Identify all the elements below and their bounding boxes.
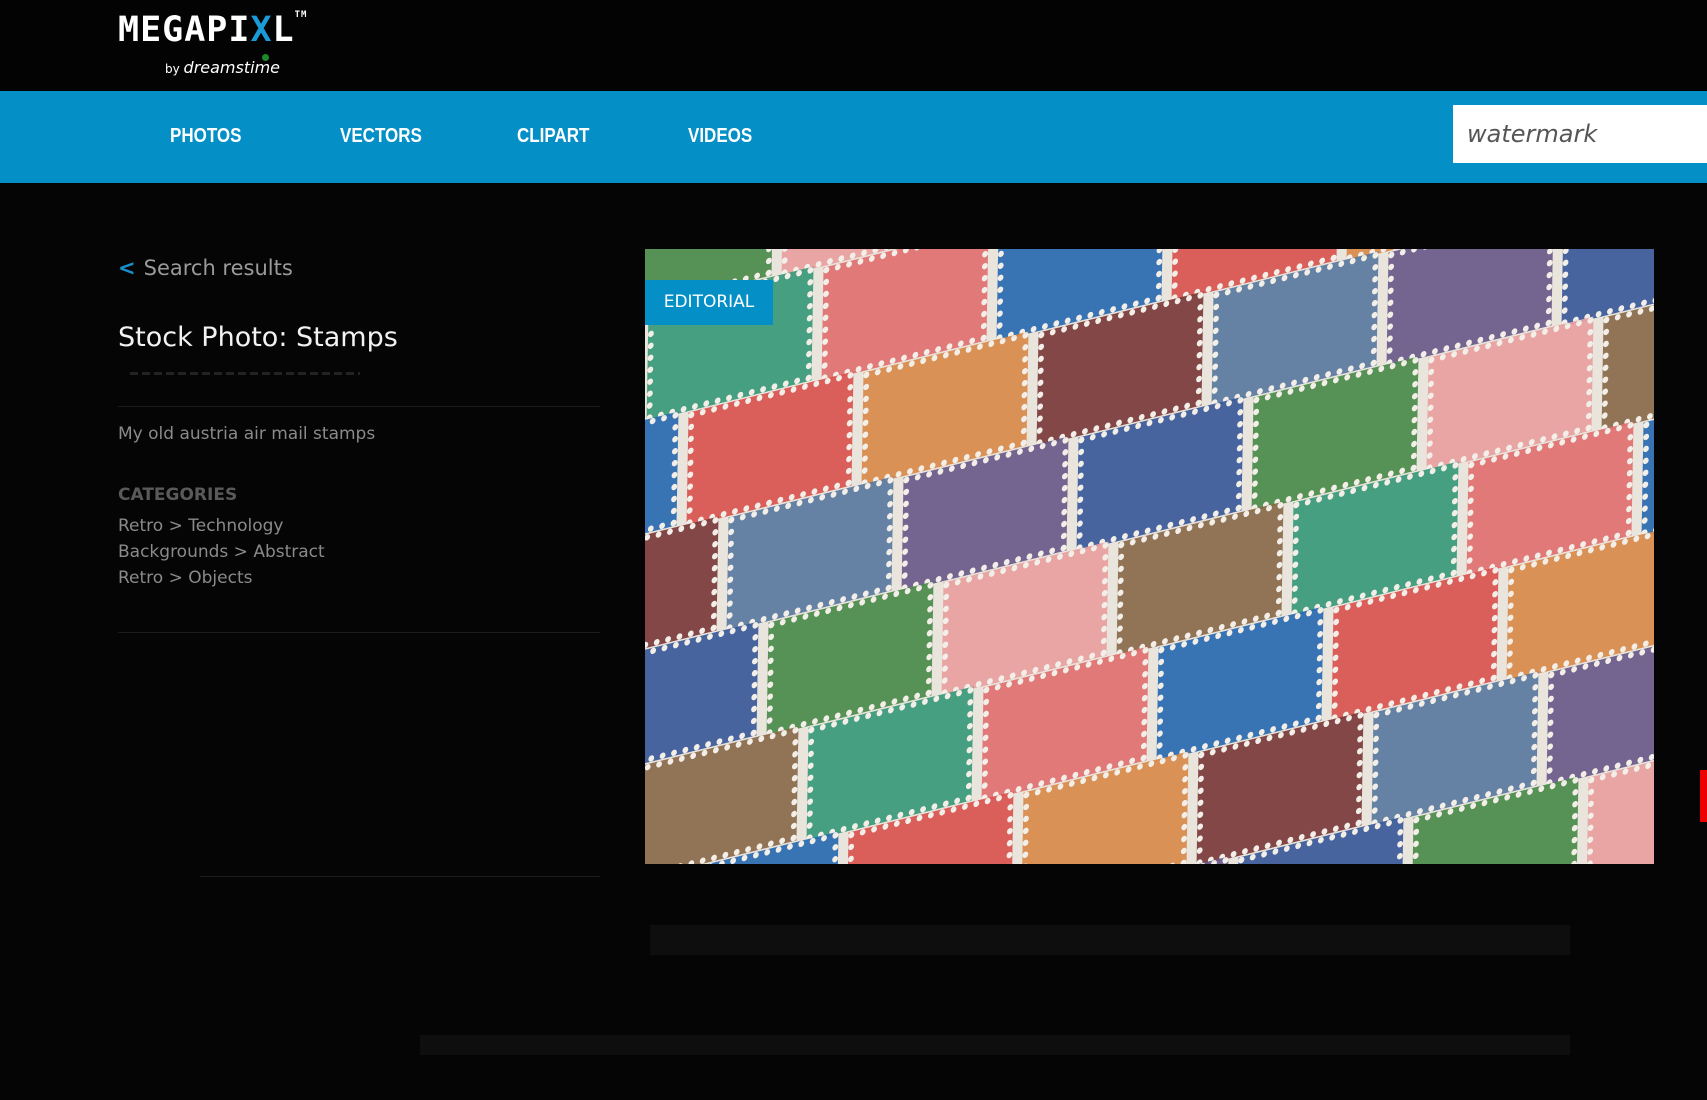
- search-input[interactable]: [1453, 105, 1707, 163]
- blurred-content: [420, 1035, 1570, 1055]
- main-nav: PHOTOS VECTORS CLIPART VIDEOS: [0, 91, 1707, 183]
- nav-vectors[interactable]: VECTORS: [340, 125, 422, 148]
- back-to-search-results-link[interactable]: < Search results: [118, 256, 293, 280]
- editorial-badge: EDITORIAL: [645, 280, 773, 325]
- divider: [200, 876, 600, 877]
- nav-photos[interactable]: PHOTOS: [170, 125, 241, 148]
- red-button-edge[interactable]: [1700, 770, 1707, 822]
- divider: [118, 632, 600, 633]
- divider: [118, 406, 600, 407]
- megapixl-logo[interactable]: MEGAPIXLTM by dreamstime: [118, 10, 307, 77]
- category-link[interactable]: Backgrounds > Abstract: [118, 542, 325, 562]
- blurred-content: [650, 925, 1570, 955]
- photo-description: My old austria air mail stamps: [118, 424, 376, 444]
- categories-heading: CATEGORIES: [118, 485, 238, 505]
- top-bar: MEGAPIXLTM by dreamstime: [0, 0, 1707, 91]
- chevron-left-icon: <: [118, 256, 136, 280]
- stock-photo-stamps[interactable]: [645, 249, 1654, 864]
- faint-metadata: [130, 372, 360, 375]
- back-label: Search results: [143, 256, 293, 280]
- page-title: Stock Photo: Stamps: [118, 322, 398, 353]
- nav-videos[interactable]: VIDEOS: [688, 125, 752, 148]
- category-link[interactable]: Retro > Objects: [118, 568, 252, 588]
- nav-clipart[interactable]: CLIPART: [517, 125, 589, 148]
- category-link[interactable]: Retro > Technology: [118, 516, 283, 536]
